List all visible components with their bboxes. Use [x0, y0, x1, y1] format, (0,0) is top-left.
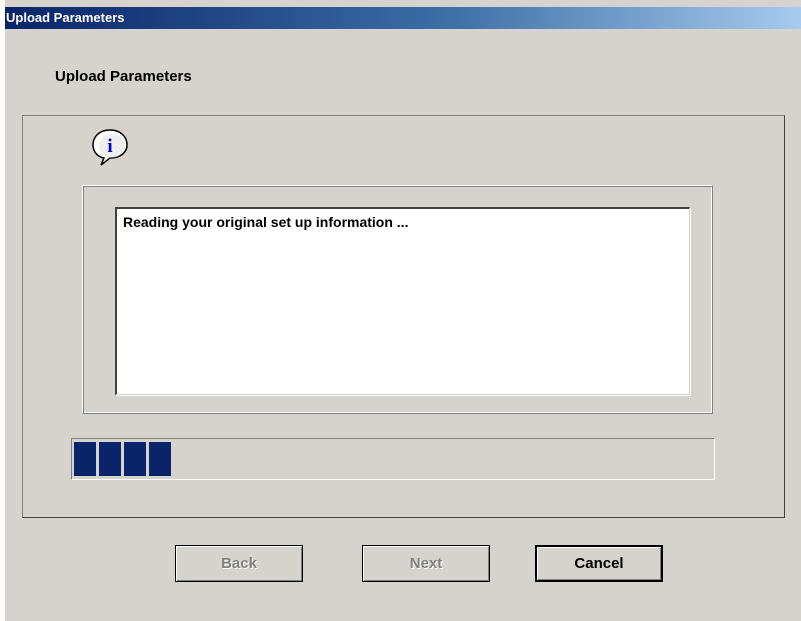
status-message: Reading your original set up information… [115, 207, 690, 395]
info-icon: i [92, 129, 128, 166]
progress-bar [71, 438, 715, 480]
upload-parameters-window: Upload Parameters Upload Parameters i Re… [5, 0, 801, 621]
page-title: Upload Parameters [55, 68, 192, 85]
progress-block [99, 442, 121, 476]
next-button[interactable]: Next [362, 545, 490, 582]
svg-text:i: i [107, 136, 112, 157]
progress-block [74, 442, 96, 476]
progress-block [149, 442, 171, 476]
window-title: Upload Parameters [6, 10, 125, 25]
back-button[interactable]: Back [175, 545, 303, 582]
progress-block [124, 442, 146, 476]
cancel-button[interactable]: Cancel [535, 545, 663, 582]
window-titlebar[interactable]: Upload Parameters [5, 7, 801, 29]
progress-fill [74, 442, 712, 476]
